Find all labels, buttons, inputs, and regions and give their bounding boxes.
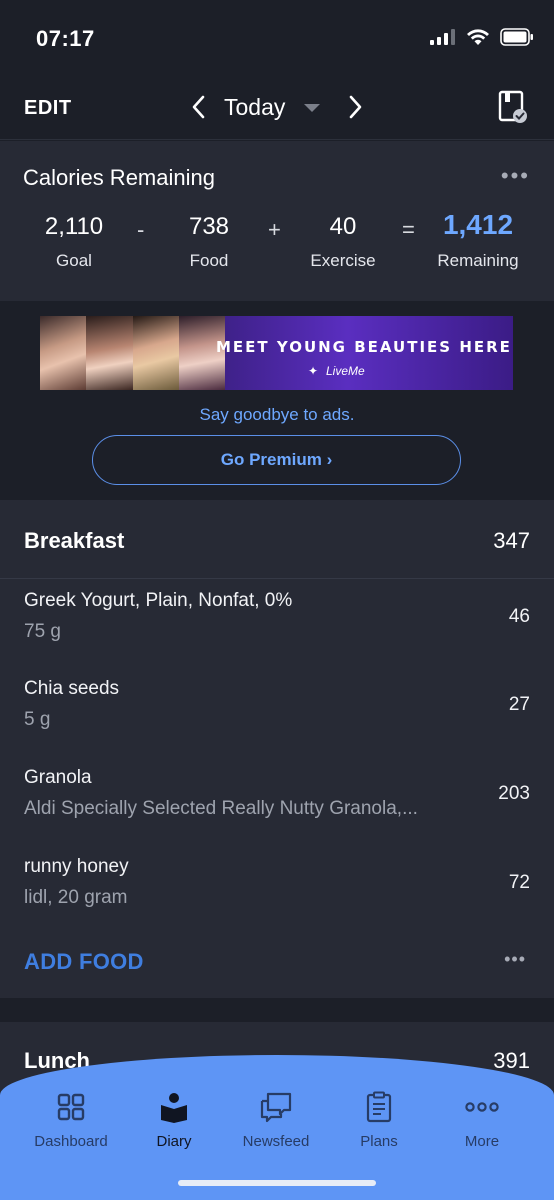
newsfeed-icon (260, 1092, 292, 1123)
tab-label: Newsfeed (242, 1133, 310, 1150)
equals-operator: = (402, 217, 415, 242)
tab-diary[interactable]: Diary (119, 1091, 229, 1150)
nav-bar: EDIT Today (0, 80, 554, 140)
breakfast-header[interactable]: Breakfast 347 (0, 500, 554, 579)
chevron-right-icon[interactable] (344, 92, 366, 122)
food-calories: 72 (508, 872, 530, 893)
go-premium-button[interactable]: Go Premium › (92, 435, 461, 485)
exercise-column: 40 Exercise (298, 213, 388, 271)
breakfast-more-icon[interactable]: ••• (504, 949, 526, 970)
food-value: 738 (188, 213, 230, 240)
plus-operator: + (268, 217, 281, 242)
exercise-value: 40 (329, 213, 357, 240)
food-name: runny honey (24, 856, 129, 877)
dashboard-icon (57, 1093, 85, 1121)
food-serving: lidl, 20 gram (24, 887, 128, 908)
more-icon (465, 1102, 499, 1112)
ad-photos (40, 316, 225, 390)
chevron-left-icon[interactable] (188, 92, 210, 122)
diary-icon (161, 1093, 187, 1123)
food-name: Chia seeds (24, 678, 120, 699)
ad-brand-text: LiveMe (326, 364, 365, 378)
ad-banner[interactable]: MEET YOUNG BEAUTIES HERE ✦ LiveMe (40, 316, 513, 390)
battery-icon (500, 28, 533, 46)
edit-button[interactable]: EDIT (24, 97, 72, 120)
tab-label: Diary (156, 1133, 192, 1150)
status-time: 07:17 (36, 26, 95, 51)
food-serving: 5 g (24, 709, 51, 730)
status-icons (430, 28, 534, 46)
food-item[interactable]: Granola Aldi Specially Selected Really N… (0, 757, 554, 845)
status-bar: 07:17 (0, 0, 554, 80)
ad-section: MEET YOUNG BEAUTIES HERE ✦ LiveMe Say go… (0, 301, 554, 500)
add-food-button[interactable]: ADD FOOD (24, 949, 144, 975)
date-label[interactable]: Today (224, 94, 285, 121)
calendar-check-icon[interactable] (498, 90, 528, 124)
food-label: Food (189, 251, 229, 270)
tab-label: Dashboard (34, 1133, 108, 1150)
food-calories: 203 (498, 783, 530, 804)
breakfast-title: Breakfast (24, 528, 125, 553)
food-calories: 46 (508, 606, 530, 627)
remove-ads-text[interactable]: Say goodbye to ads. (0, 405, 554, 425)
tab-label: More (464, 1133, 500, 1150)
calories-remaining-card[interactable]: Calories Remaining ••• 2,110 Goal - 738 … (0, 141, 554, 301)
remaining-column: 1,412 Remaining (428, 209, 528, 271)
minus-operator: - (137, 217, 145, 242)
tab-dashboard[interactable]: Dashboard (16, 1091, 126, 1150)
calories-more-icon[interactable]: ••• (501, 163, 530, 189)
exercise-label: Exercise (310, 251, 376, 270)
ad-banner-text: MEET YOUNG BEAUTIES HERE (216, 338, 512, 356)
goal-value: 2,110 (44, 213, 104, 240)
cellular-signal-icon (430, 29, 455, 45)
food-serving: 75 g (24, 621, 61, 642)
breakfast-card: Breakfast 347 Greek Yogurt, Plain, Nonfa… (0, 500, 554, 998)
calories-title: Calories Remaining (23, 165, 215, 190)
remaining-label: Remaining (437, 251, 519, 270)
home-indicator (178, 1180, 376, 1186)
food-name: Greek Yogurt, Plain, Nonfat, 0% (24, 590, 293, 611)
plans-icon (366, 1091, 392, 1123)
tab-label: Plans (360, 1133, 398, 1150)
remaining-value: 1,412 (442, 209, 514, 240)
tab-plans[interactable]: Plans (324, 1091, 434, 1150)
food-name: Granola (24, 767, 92, 788)
food-column: 738 Food (169, 213, 249, 271)
food-calories: 27 (508, 694, 530, 715)
goal-label: Goal (56, 251, 92, 270)
food-serving: Aldi Specially Selected Really Nutty Gra… (24, 798, 418, 819)
tab-more[interactable]: More (427, 1091, 537, 1150)
breakfast-calories: 347 (493, 528, 530, 553)
goal-column: 2,110 Goal (34, 213, 114, 271)
wifi-icon (467, 29, 489, 45)
food-item[interactable]: Chia seeds 5 g 27 (0, 668, 554, 756)
liveme-logo-icon: ✦ (308, 364, 319, 378)
tab-newsfeed[interactable]: Newsfeed (221, 1091, 331, 1150)
caret-down-icon[interactable] (304, 104, 320, 113)
food-item[interactable]: runny honey lidl, 20 gram 72 (0, 846, 554, 934)
food-item[interactable]: Greek Yogurt, Plain, Nonfat, 0% 75 g 46 (0, 580, 554, 668)
tab-bar: Dashboard Diary Newsfeed Plans More (0, 1055, 554, 1200)
